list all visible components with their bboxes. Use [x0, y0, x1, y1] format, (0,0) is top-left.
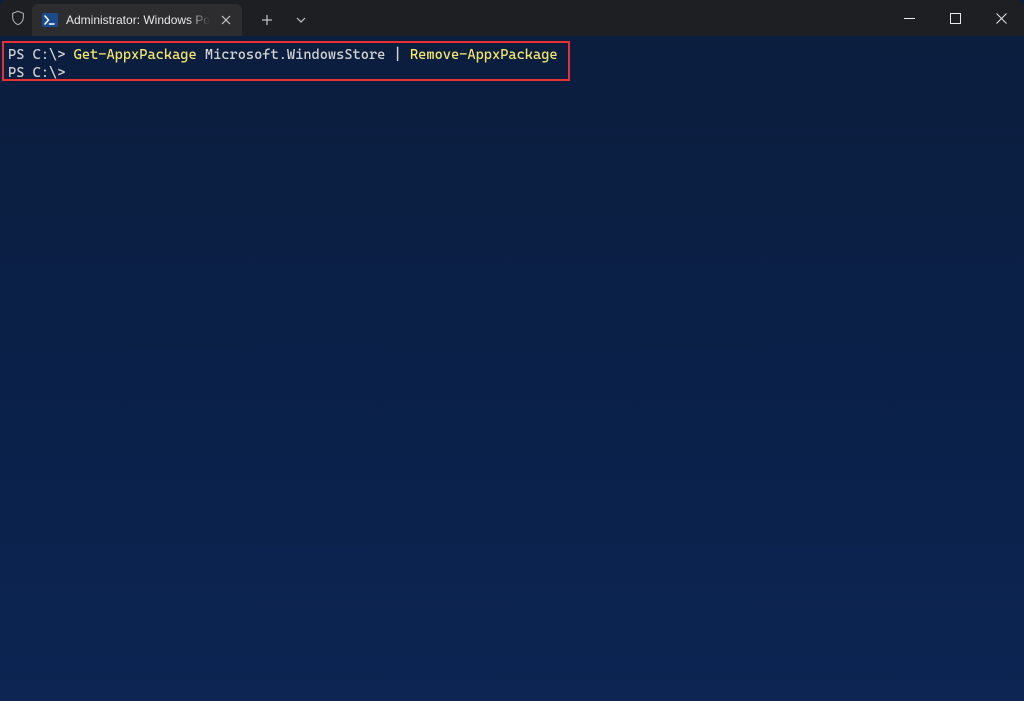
command-segment: | [394, 47, 402, 63]
minimize-button[interactable] [886, 0, 932, 36]
admin-shield-area [0, 0, 32, 36]
terminal-content[interactable]: PS C:\> Get-AppxPackage Microsoft.Window… [8, 46, 1024, 82]
window-controls [886, 0, 1024, 36]
close-icon [221, 15, 231, 25]
prompt: PS C:\> [8, 47, 74, 63]
tab-close-button[interactable] [218, 12, 234, 28]
command-segment: Microsoft.WindowsStore [197, 47, 394, 63]
plus-icon [261, 14, 273, 26]
shield-icon [10, 10, 26, 26]
tab-title: Administrator: Windows PowerShell [66, 13, 210, 27]
close-icon [996, 13, 1007, 24]
terminal-line: PS C:\> [8, 64, 1024, 82]
tab-dropdown-button[interactable] [284, 4, 318, 36]
close-window-button[interactable] [978, 0, 1024, 36]
powershell-icon [42, 12, 58, 28]
tab-controls [242, 0, 318, 36]
maximize-button[interactable] [932, 0, 978, 36]
command-segment: Remove-AppxPackage [402, 47, 558, 63]
minimize-icon [904, 18, 915, 19]
new-tab-button[interactable] [250, 4, 284, 36]
terminal-body[interactable]: PS C:\> Get-AppxPackage Microsoft.Window… [0, 36, 1024, 701]
prompt: PS C:\> [8, 65, 65, 81]
chevron-down-icon [296, 17, 306, 23]
command-segment: Get-AppxPackage [74, 47, 197, 63]
terminal-line: PS C:\> Get-AppxPackage Microsoft.Window… [8, 46, 1024, 64]
maximize-icon [950, 13, 961, 24]
tab[interactable]: Administrator: Windows PowerShell [32, 4, 242, 36]
title-bar: Administrator: Windows PowerShell [0, 0, 1024, 36]
